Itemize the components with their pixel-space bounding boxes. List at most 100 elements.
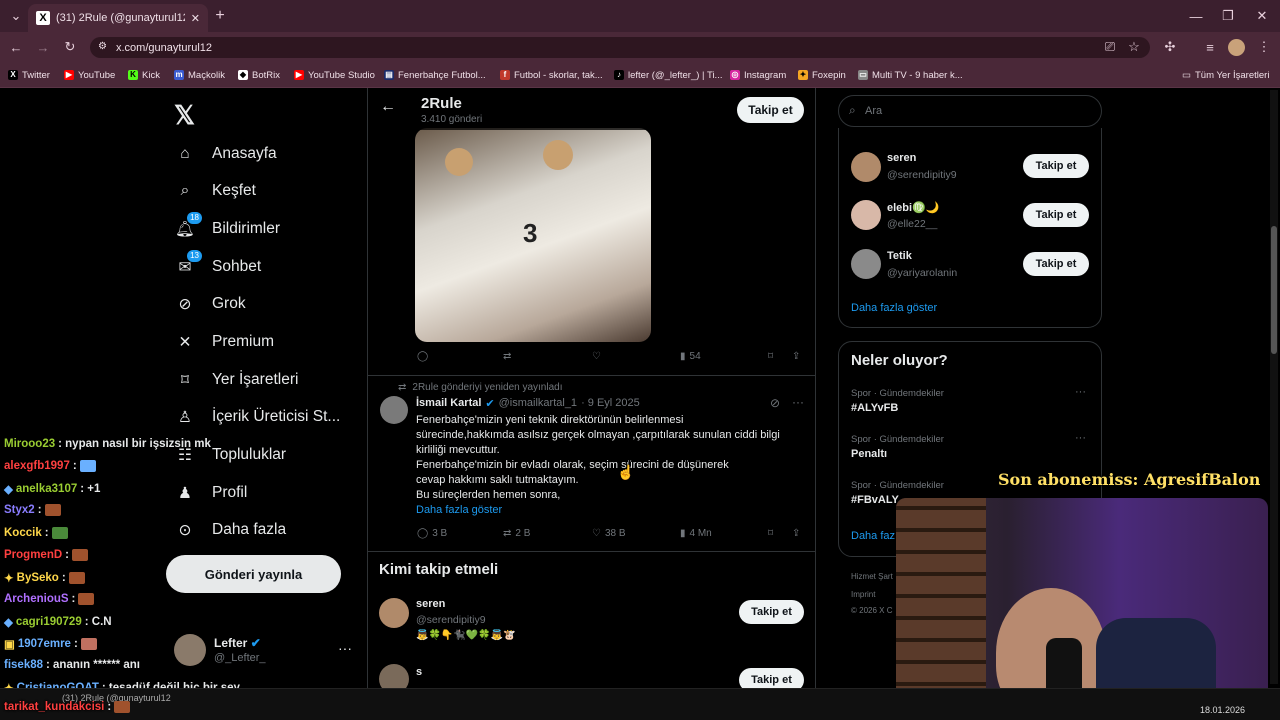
tweet-date[interactable]: · 9 Eyl 2025 [581,397,640,410]
show-more-link[interactable]: Daha fazla göster [851,302,937,314]
jersey-number: 3 [523,218,538,248]
follow-button[interactable]: Takip et [1023,154,1089,178]
nav-item-sohbet[interactable]: ✉ 13 Sohbet [174,250,261,283]
follow-button[interactable]: Takip et [1023,203,1089,227]
bookmark-item[interactable]: f Futbol - skorlar, tak... [500,66,603,84]
bookmark-item[interactable]: ▤ Fenerbahçe Futbol... [384,66,486,84]
avatar[interactable] [379,598,409,628]
scrollbar[interactable] [1270,90,1278,684]
avatar[interactable] [851,249,881,279]
suggestion-name[interactable]: seren [416,598,445,610]
bookmark-item[interactable]: K Kick [128,66,160,84]
footer-link[interactable]: © 2026 X C [851,606,892,615]
forward-icon[interactable]: → [33,37,53,57]
tweet-media-image[interactable]: 3 [415,128,651,342]
nav-item-anasayfa[interactable]: ⌂ Anasayfa [174,138,276,170]
trend-topic[interactable]: Penaltı [851,448,887,460]
footer-link[interactable]: Imprint [851,590,875,599]
x-logo-icon[interactable]: 𝕏 [174,100,195,131]
avatar[interactable] [851,152,881,182]
account-name: Lefter ✔ [214,636,261,650]
bookmark-star-icon[interactable]: ☆ [1124,37,1144,57]
browser-tab[interactable]: X (31) 2Rule (@gunayturul12) / X ✕ [28,4,208,32]
share-icon[interactable]: ⇪ [792,528,800,539]
post-button[interactable]: Gönderi yayınla [166,555,341,593]
tab-search-icon[interactable]: ⌄ [6,6,26,26]
bookmark-item[interactable]: ▭ Multi TV - 9 haber k... [858,66,963,84]
address-bar[interactable]: ⚙ x.com/gunayturul12 [90,37,1150,58]
profile-avatar-icon[interactable] [1228,39,1245,56]
reply-stat[interactable]: ◯ 3 B [417,528,447,539]
avatar[interactable] [380,396,408,424]
nav-item-yer-isaretleri[interactable]: ⌑ Yer İşaretleri [174,364,298,396]
minimize-icon[interactable]: — [1186,6,1206,26]
bookmark-item[interactable]: X Twitter [8,66,50,84]
emote-icon [72,549,88,561]
views-stat[interactable]: ▮ 54 [680,351,701,362]
like-icon[interactable]: ♡ [592,351,601,362]
more-dots-icon[interactable]: ··· [338,640,352,656]
follow-button[interactable]: Takip et [739,600,804,624]
like-stat[interactable]: ♡ 38 B [592,528,626,539]
bookmark-item[interactable]: ▶ YouTube Studio [294,66,375,84]
bookmark-item[interactable]: ♪ lefter (@_lefter_) | Ti... [614,66,722,84]
bookmark-item[interactable]: ◎ Instagram [730,66,786,84]
repost-stat[interactable]: ⇄ 2 B [503,528,530,539]
new-tab-icon[interactable]: + [210,6,230,26]
nav-item-daha-fazla[interactable]: ⊙ Daha fazla [174,514,287,546]
views-stat[interactable]: ▮ 4 Mn [680,528,712,539]
author-handle[interactable]: @ismailkartal_1 [499,397,577,410]
trend-topic[interactable]: #ALYvFB [851,402,898,414]
author-name[interactable]: İsmail Kartal [416,397,481,410]
chat-message: ◆ cagri190729: C.N [4,616,112,629]
trend-topic[interactable]: #FBvALY [851,494,899,506]
scrollbar-thumb[interactable] [1271,226,1277,354]
show-more-link[interactable]: Daha faz [851,530,895,542]
follow-button[interactable]: Takip et [1023,252,1089,276]
reply-icon[interactable]: ◯ [417,351,428,362]
bookmark-icon[interactable]: ⌑ [768,351,773,362]
all-bookmarks-folder[interactable]: ▭ Tüm Yer İşaretleri [1182,66,1269,84]
follow-button[interactable]: Takip et [737,97,804,123]
avatar[interactable] [851,200,881,230]
extensions-icon[interactable]: ✣ [1160,37,1180,57]
more-dots-icon[interactable]: ··· [792,395,804,409]
footer-link[interactable]: Hizmet Şart [851,572,893,581]
repost-icon[interactable]: ⇄ [503,351,511,362]
install-app-icon[interactable]: ⎚ [1100,37,1120,57]
nav-item-profil[interactable]: ♟ Profil [174,477,247,509]
suggestion-name[interactable]: Tetik [887,250,912,262]
search-input[interactable]: ⌕ Ara [838,95,1102,127]
share-icon[interactable]: ⇪ [792,351,800,362]
nav-item-bildirimler[interactable]: 🔔︎ 18 Bildirimler [174,212,280,245]
account-switcher[interactable]: Lefter ✔ @_Lefter_ ··· [174,634,354,670]
nav-item-premium[interactable]: ✕ Premium [174,326,275,358]
search-placeholder: Ara [865,105,883,117]
nav-item-kesfet[interactable]: ⌕ Keşfet [174,175,256,207]
chat-message: ◆ anelka3107: +1 [4,483,101,496]
reload-icon[interactable]: ↻ [60,37,80,57]
window-close-icon[interactable]: ✕ [1252,6,1272,26]
show-more-link[interactable]: Daha fazla göster [416,503,811,518]
more-dots-icon[interactable]: ··· [1075,386,1086,398]
maximize-icon[interactable]: ❐ [1218,6,1238,26]
tab-close-icon[interactable]: ✕ [191,12,200,25]
bookmark-icon[interactable]: ⌑ [768,528,773,539]
back-arrow-icon[interactable]: ← [380,98,396,116]
bookmark-item[interactable]: m Maçkolik [174,66,225,84]
bookmark-item[interactable]: ▶ YouTube [64,66,115,84]
chrome-menu-icon[interactable]: ⋮ [1254,37,1274,57]
badge-icon: ▣ [4,639,15,651]
site-info-icon[interactable]: ⚙ [98,41,107,52]
more-dots-icon[interactable]: ··· [1075,432,1086,444]
suggestion-name[interactable]: seren [887,152,916,164]
nav-item-icerik-ureticisi[interactable]: ♙ İçerik Üreticisi St... [174,401,340,433]
nav-item-grok[interactable]: ⊘ Grok [174,288,246,320]
bookmark-item[interactable]: ✦ Foxepin [798,66,846,84]
grok-analyze-icon[interactable]: ⊘ [770,396,780,410]
back-icon[interactable]: ← [6,37,26,57]
suggestion-name[interactable]: s [416,666,422,678]
suggestion-name[interactable]: elebi♍🌙 [887,201,939,214]
media-control-icon[interactable]: ≡ [1200,37,1220,57]
bookmark-item[interactable]: ◆ BotRix [238,66,280,84]
